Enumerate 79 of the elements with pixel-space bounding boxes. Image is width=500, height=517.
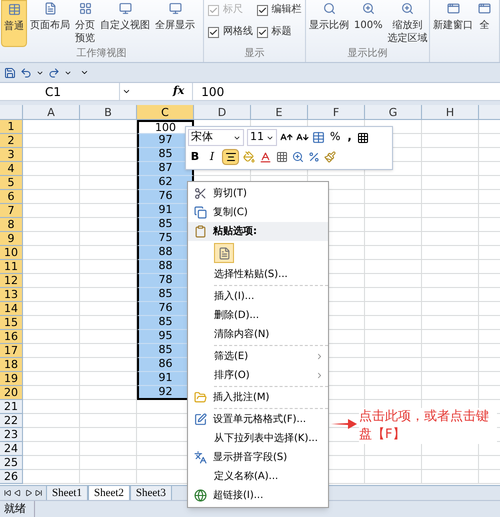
- column-header[interactable]: H: [422, 105, 479, 119]
- column-header[interactable]: G: [365, 105, 422, 119]
- sheet-tab[interactable]: Sheet1: [46, 486, 88, 500]
- row-header[interactable]: 12: [0, 274, 23, 288]
- table-cell: 62: [137, 176, 194, 190]
- row-header[interactable]: 22: [0, 414, 23, 428]
- ribbon-button[interactable]: 页面布局: [28, 0, 72, 47]
- row-header[interactable]: 4: [0, 162, 23, 176]
- group-label: 显示: [244, 48, 266, 60]
- ribbon-button[interactable]: 分页 预览: [73, 0, 97, 47]
- row-header[interactable]: 7: [0, 204, 23, 218]
- menu-item[interactable]: 筛选(E): [214, 349, 248, 364]
- group-label: 显示比例: [346, 48, 388, 60]
- row-header[interactable]: 23: [0, 428, 23, 442]
- row-header[interactable]: 19: [0, 372, 23, 386]
- ribbon-button[interactable]: 缩放到 选定区域: [386, 0, 430, 47]
- menu-item[interactable]: 设置单元格格式(F)...: [213, 412, 306, 427]
- menu-item[interactable]: 显示拼音字段(S): [213, 450, 288, 465]
- ribbon-button[interactable]: 新建窗口: [431, 0, 475, 47]
- row-header[interactable]: 6: [0, 190, 23, 204]
- row-header[interactable]: 15: [0, 316, 23, 330]
- row-header[interactable]: 18: [0, 358, 23, 372]
- ribbon-button[interactable]: 全: [476, 0, 493, 47]
- row-header[interactable]: 3: [0, 148, 23, 162]
- annotation-text: 点击此项，或者点击键盘【F】: [359, 408, 497, 444]
- row-header[interactable]: 11: [0, 260, 23, 274]
- function-label[interactable]: fx: [173, 83, 184, 100]
- menu-item[interactable]: 从下拉列表中选择(K)...: [214, 431, 318, 446]
- percent-button[interactable]: %: [328, 129, 342, 146]
- column-header[interactable]: A: [23, 105, 80, 119]
- menu-item[interactable]: 插入(I)...: [214, 289, 254, 304]
- row-header[interactable]: 26: [0, 470, 23, 484]
- row-header[interactable]: 9: [0, 232, 23, 246]
- name-box[interactable]: C1: [0, 83, 120, 100]
- row-header[interactable]: 21: [0, 400, 23, 414]
- checkbox[interactable]: 标题: [256, 26, 301, 38]
- size-dropdown[interactable]: 11: [247, 129, 277, 146]
- font-dropdown[interactable]: 宋体: [188, 129, 244, 146]
- checkbox[interactable]: 网格线: [208, 26, 252, 38]
- row-header[interactable]: 2: [0, 134, 23, 148]
- column-header[interactable]: E: [251, 105, 308, 119]
- menu-item[interactable]: 剪切(T): [213, 186, 247, 201]
- menu-item[interactable]: 复制(C): [213, 205, 248, 220]
- row-header[interactable]: 25: [0, 456, 23, 470]
- menu-item[interactable]: 超链接(I)...: [213, 488, 264, 503]
- column-header[interactable]: C: [137, 105, 194, 119]
- menu-section-header: 粘贴选项:: [213, 224, 257, 239]
- row-header[interactable]: 1: [0, 120, 23, 134]
- row-header[interactable]: 8: [0, 218, 23, 232]
- menu-item[interactable]: 排序(O): [214, 368, 250, 383]
- row-header[interactable]: 17: [0, 344, 23, 358]
- row-header[interactable]: 5: [0, 176, 23, 190]
- row-header[interactable]: 24: [0, 442, 23, 456]
- status-text: 就绪: [4, 500, 35, 517]
- table-cell: 87: [137, 162, 194, 176]
- row-header[interactable]: 16: [0, 330, 23, 344]
- row-header[interactable]: 14: [0, 302, 23, 316]
- sheet-tab[interactable]: Sheet3: [130, 486, 172, 500]
- ribbon-button[interactable]: 自定义视图: [98, 0, 152, 47]
- italic-button[interactable]: I: [206, 149, 218, 166]
- column-header[interactable]: D: [194, 105, 251, 119]
- menu-item[interactable]: 删除(D)...: [214, 308, 260, 323]
- comma-button[interactable]: ,: [345, 129, 354, 146]
- formula-input[interactable]: 100: [192, 83, 500, 100]
- ribbon-button[interactable]: 100%: [352, 0, 385, 47]
- ribbon-button[interactable]: 全屏显示: [153, 0, 197, 47]
- row-header[interactable]: 20: [0, 386, 23, 400]
- sheet-tab[interactable]: Sheet2: [88, 486, 130, 500]
- menu-item[interactable]: 定义名称(A)...: [214, 469, 278, 484]
- row-header[interactable]: 10: [0, 246, 23, 260]
- menu-item[interactable]: 清除内容(N): [214, 327, 270, 342]
- row-header[interactable]: 13: [0, 288, 23, 302]
- checkbox[interactable]: 编辑栏: [256, 4, 301, 16]
- menu-item[interactable]: 选择性粘贴(S)...: [214, 267, 288, 282]
- menu-item[interactable]: 插入批注(M): [213, 390, 270, 405]
- ribbon-button[interactable]: 显示比例: [307, 0, 351, 47]
- column-header[interactable]: F: [308, 105, 365, 119]
- ribbon-button[interactable]: 普通: [1, 0, 27, 47]
- group-label: 工作簿视图: [76, 48, 128, 60]
